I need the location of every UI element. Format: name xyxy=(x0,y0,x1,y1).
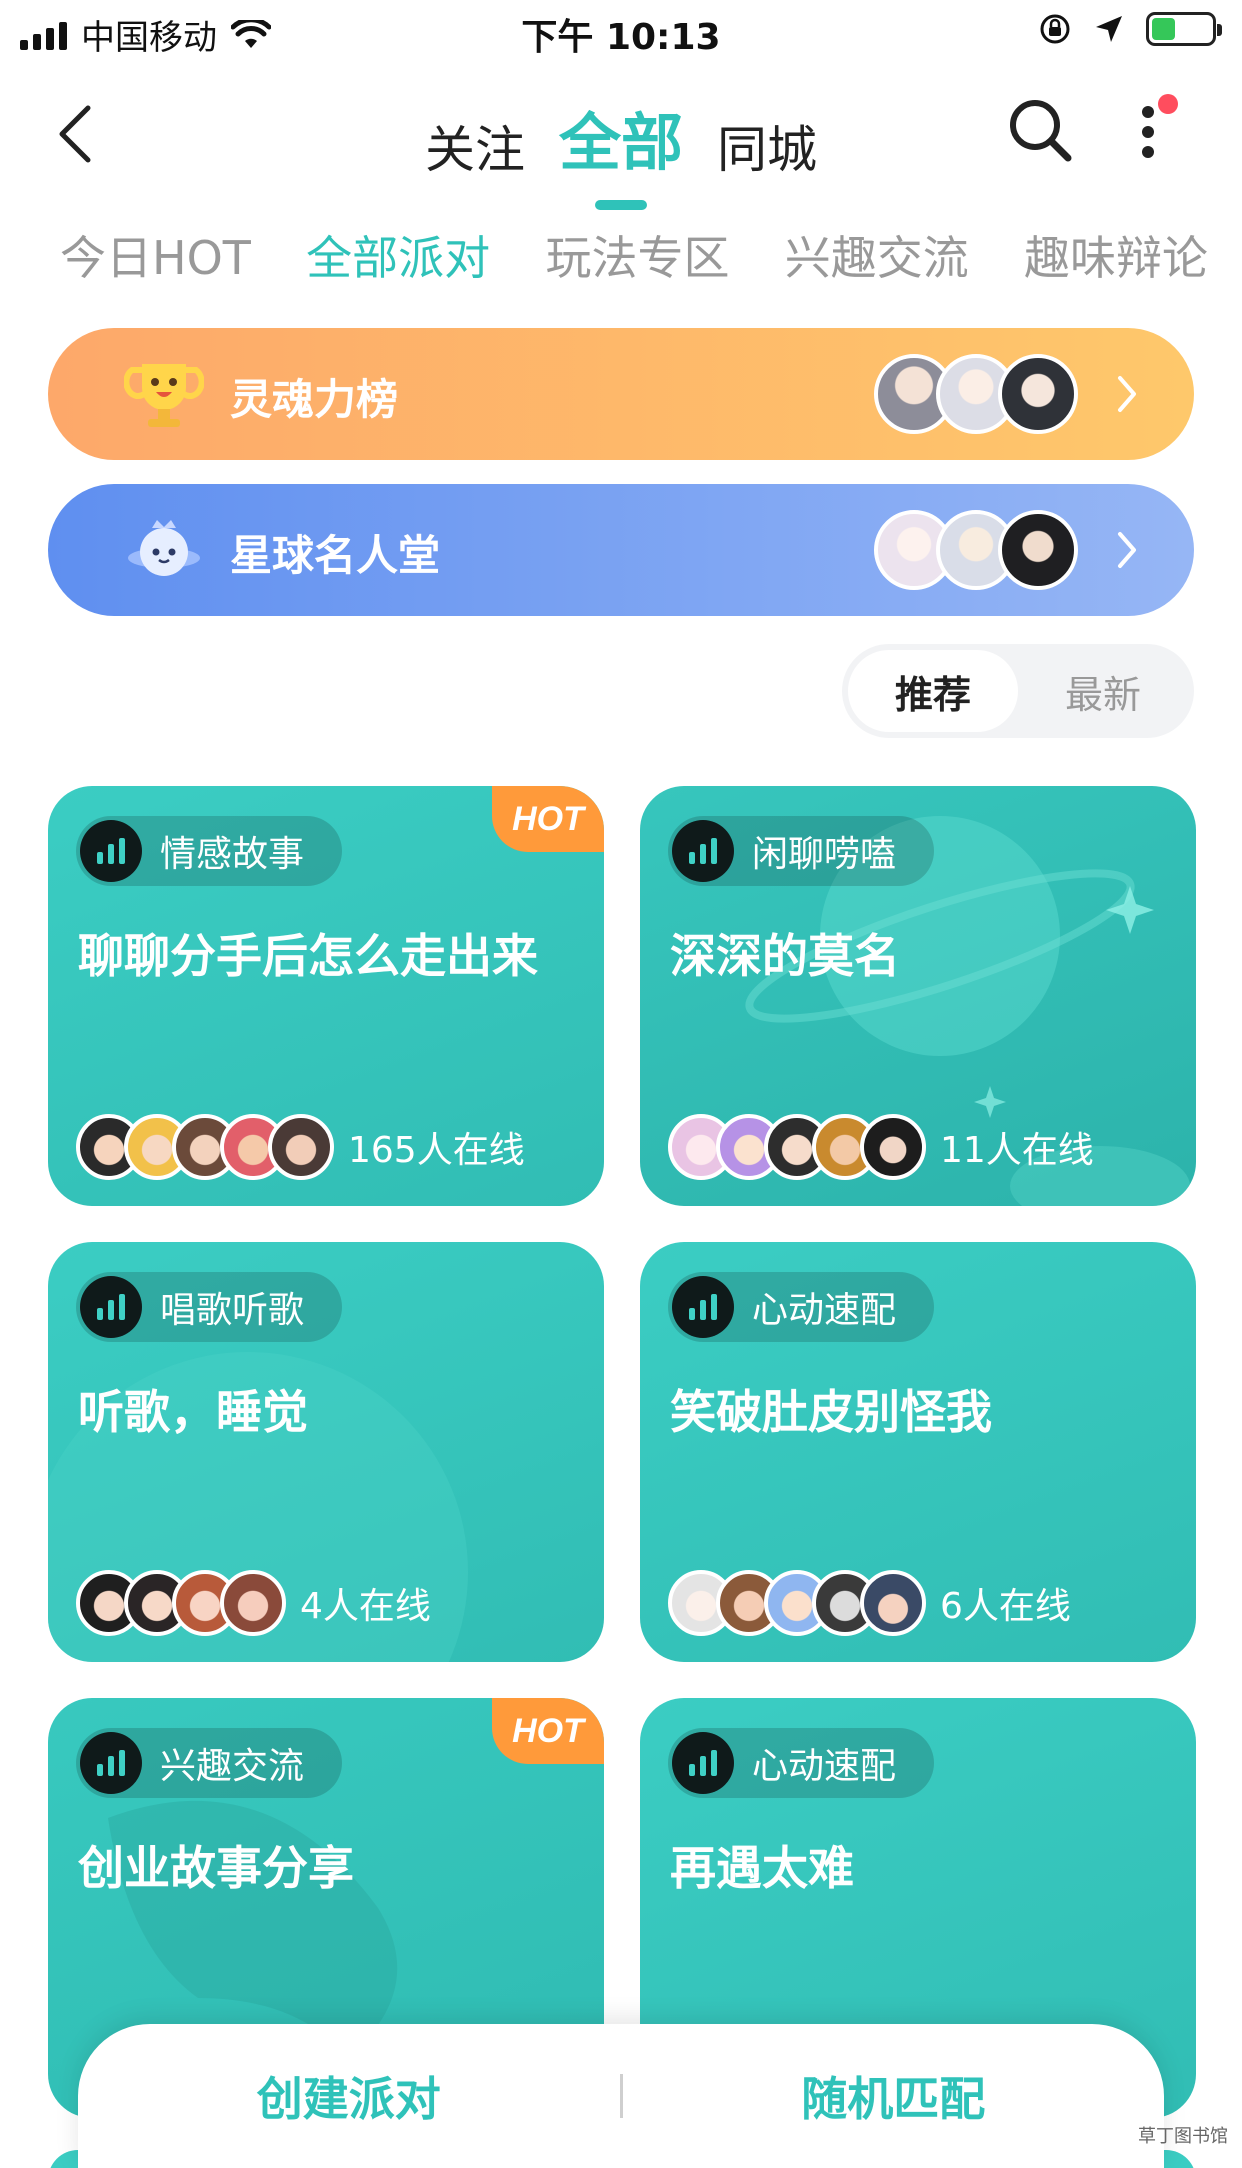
notification-dot xyxy=(1158,94,1178,114)
room-tag: 心动速配 xyxy=(668,1272,935,1342)
bottom-action-bar: 创建派对 随机匹配 xyxy=(78,2024,1164,2168)
category-tab-interests[interactable]: 兴趣交流 xyxy=(785,222,969,292)
member-avatars xyxy=(668,1570,926,1636)
audio-bars-icon xyxy=(80,1732,142,1794)
room-card[interactable]: 闲聊唠嗑 深深的莫名 11人在线 xyxy=(640,786,1196,1206)
location-arrow-icon xyxy=(1096,16,1122,42)
hot-badge: HOT xyxy=(492,786,604,852)
room-tag: 闲聊唠嗑 xyxy=(668,816,935,886)
battery-icon xyxy=(1146,12,1222,46)
room-tag-label: 兴趣交流 xyxy=(160,1746,305,1787)
soul-ranking-banner[interactable]: 灵魂力榜 xyxy=(48,328,1194,460)
orientation-lock-icon xyxy=(1040,14,1070,44)
avatar xyxy=(268,1114,334,1180)
avatar xyxy=(998,510,1078,590)
room-footer: 165人在线 xyxy=(76,1114,525,1180)
member-avatars xyxy=(668,1114,926,1180)
sort-toggle: 推荐 最新 xyxy=(842,644,1194,738)
avatar xyxy=(860,1570,926,1636)
create-party-button[interactable]: 创建派对 xyxy=(78,2063,620,2129)
room-title: 听歌，睡觉 xyxy=(78,1385,308,1439)
room-title: 聊聊分手后怎么走出来 xyxy=(78,929,538,983)
room-footer: 11人在线 xyxy=(668,1114,1094,1180)
category-tab-gameplay[interactable]: 玩法专区 xyxy=(545,222,729,292)
room-title: 再遇太难 xyxy=(670,1841,854,1895)
room-tag-label: 心动速配 xyxy=(752,1746,897,1787)
hall-of-fame-label: 星球名人堂 xyxy=(230,531,441,580)
room-tag: 情感故事 xyxy=(76,816,343,886)
category-tab-all-parties[interactable]: 全部派对 xyxy=(306,222,490,292)
chevron-right-icon xyxy=(1118,532,1136,568)
online-count: 6人在线 xyxy=(940,1586,1071,1627)
soul-ranking-label: 灵魂力榜 xyxy=(230,375,399,424)
random-match-button[interactable]: 随机匹配 xyxy=(623,2063,1165,2129)
planet-mascot-icon xyxy=(128,520,200,576)
status-bar: 中国移动 下午 10:13 xyxy=(0,0,1242,66)
tab-same-city[interactable]: 同城 xyxy=(717,110,817,182)
online-count: 11人在线 xyxy=(940,1130,1094,1171)
watermark: 草丁图书馆 xyxy=(1138,2126,1228,2147)
room-title: 深深的莫名 xyxy=(670,929,900,983)
status-right xyxy=(1038,12,1222,46)
room-title: 创业故事分享 xyxy=(78,1841,354,1895)
hall-of-fame-banner[interactable]: 星球名人堂 xyxy=(48,484,1194,616)
ranking-avatars xyxy=(874,354,1078,434)
room-title: 笑破肚皮别怪我 xyxy=(670,1385,992,1439)
tab-follow[interactable]: 关注 xyxy=(425,110,525,182)
room-card[interactable]: 心动速配 笑破肚皮别怪我 6人在线 xyxy=(640,1242,1196,1662)
room-tag-label: 唱歌听歌 xyxy=(160,1290,305,1331)
sort-latest[interactable]: 最新 xyxy=(1018,650,1188,732)
trophy-icon xyxy=(124,364,204,427)
search-icon[interactable] xyxy=(1004,94,1076,166)
top-nav: 关注 全部 同城 xyxy=(0,80,1242,200)
member-avatars xyxy=(76,1570,286,1636)
online-count: 165人在线 xyxy=(348,1130,525,1171)
online-count: 4人在线 xyxy=(300,1586,431,1627)
audio-bars-icon xyxy=(672,1276,734,1338)
chevron-right-icon xyxy=(1118,376,1136,412)
room-tag-label: 情感故事 xyxy=(160,834,305,875)
audio-bars-icon xyxy=(672,820,734,882)
member-avatars xyxy=(76,1114,334,1180)
room-tag: 兴趣交流 xyxy=(76,1728,343,1798)
audio-bars-icon xyxy=(80,820,142,882)
category-tab-debate[interactable]: 趣味辩论 xyxy=(1024,222,1208,292)
avatar xyxy=(860,1114,926,1180)
avatar xyxy=(998,354,1078,434)
room-tag: 心动速配 xyxy=(668,1728,935,1798)
more-menu-button[interactable] xyxy=(1122,90,1182,170)
room-footer: 6人在线 xyxy=(668,1570,1071,1636)
room-footer: 4人在线 xyxy=(76,1570,431,1636)
category-tab-today-hot[interactable]: 今日HOT xyxy=(60,222,251,292)
audio-bars-icon xyxy=(80,1276,142,1338)
room-card[interactable]: HOT 情感故事 聊聊分手后怎么走出来 165人在线 xyxy=(48,786,604,1206)
tab-all[interactable]: 全部 xyxy=(559,92,683,182)
sort-recommended[interactable]: 推荐 xyxy=(848,650,1018,732)
avatar xyxy=(220,1570,286,1636)
room-card[interactable]: 唱歌听歌 听歌，睡觉 4人在线 xyxy=(48,1242,604,1662)
category-tabs: 今日HOT 全部派对 玩法专区 兴趣交流 趣味辩论 xyxy=(0,222,1242,292)
room-tag-label: 心动速配 xyxy=(752,1290,897,1331)
hot-badge: HOT xyxy=(492,1698,604,1764)
room-tag-label: 闲聊唠嗑 xyxy=(752,834,897,875)
fame-avatars xyxy=(874,510,1078,590)
room-tag: 唱歌听歌 xyxy=(76,1272,343,1342)
audio-bars-icon xyxy=(672,1732,734,1794)
